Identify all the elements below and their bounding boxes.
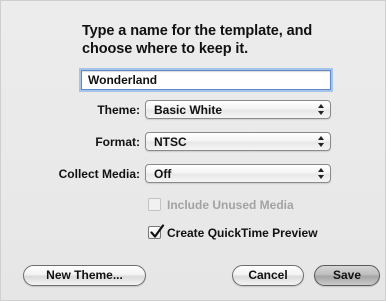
create-quicktime-preview-label: Create QuickTime Preview	[167, 226, 318, 240]
include-unused-media-option[interactable]: Include Unused Media	[148, 197, 294, 213]
theme-popup[interactable]: Basic White	[145, 100, 331, 119]
theme-popup-value: Basic White	[154, 103, 223, 117]
collect-media-popup[interactable]: Off	[145, 164, 331, 183]
up-down-arrows-icon	[318, 136, 324, 147]
new-theme-button[interactable]: New Theme...	[23, 265, 146, 286]
save-button[interactable]: Save	[314, 265, 380, 286]
theme-label: Theme:	[97, 103, 140, 117]
template-name-field[interactable]: Wonderland	[81, 70, 331, 90]
checkmark-icon	[150, 224, 165, 238]
dialog-message: Type a name for the template, and choose…	[82, 23, 313, 57]
save-template-dialog: Type a name for the template, and choose…	[0, 0, 386, 301]
create-quicktime-preview-checkbox[interactable]	[148, 224, 165, 239]
collect-media-label: Collect Media:	[58, 167, 140, 181]
create-quicktime-preview-option[interactable]: Create QuickTime Preview	[148, 224, 318, 241]
format-popup-value: NTSC	[154, 135, 187, 149]
up-down-arrows-icon	[318, 104, 324, 115]
up-down-arrows-icon	[318, 168, 324, 179]
cancel-button[interactable]: Cancel	[232, 265, 304, 286]
collect-media-popup-value: Off	[154, 167, 172, 181]
include-unused-media-checkbox[interactable]	[148, 198, 161, 211]
format-popup[interactable]: NTSC	[145, 132, 331, 151]
include-unused-media-label: Include Unused Media	[167, 198, 294, 212]
format-label: Format:	[95, 135, 140, 149]
